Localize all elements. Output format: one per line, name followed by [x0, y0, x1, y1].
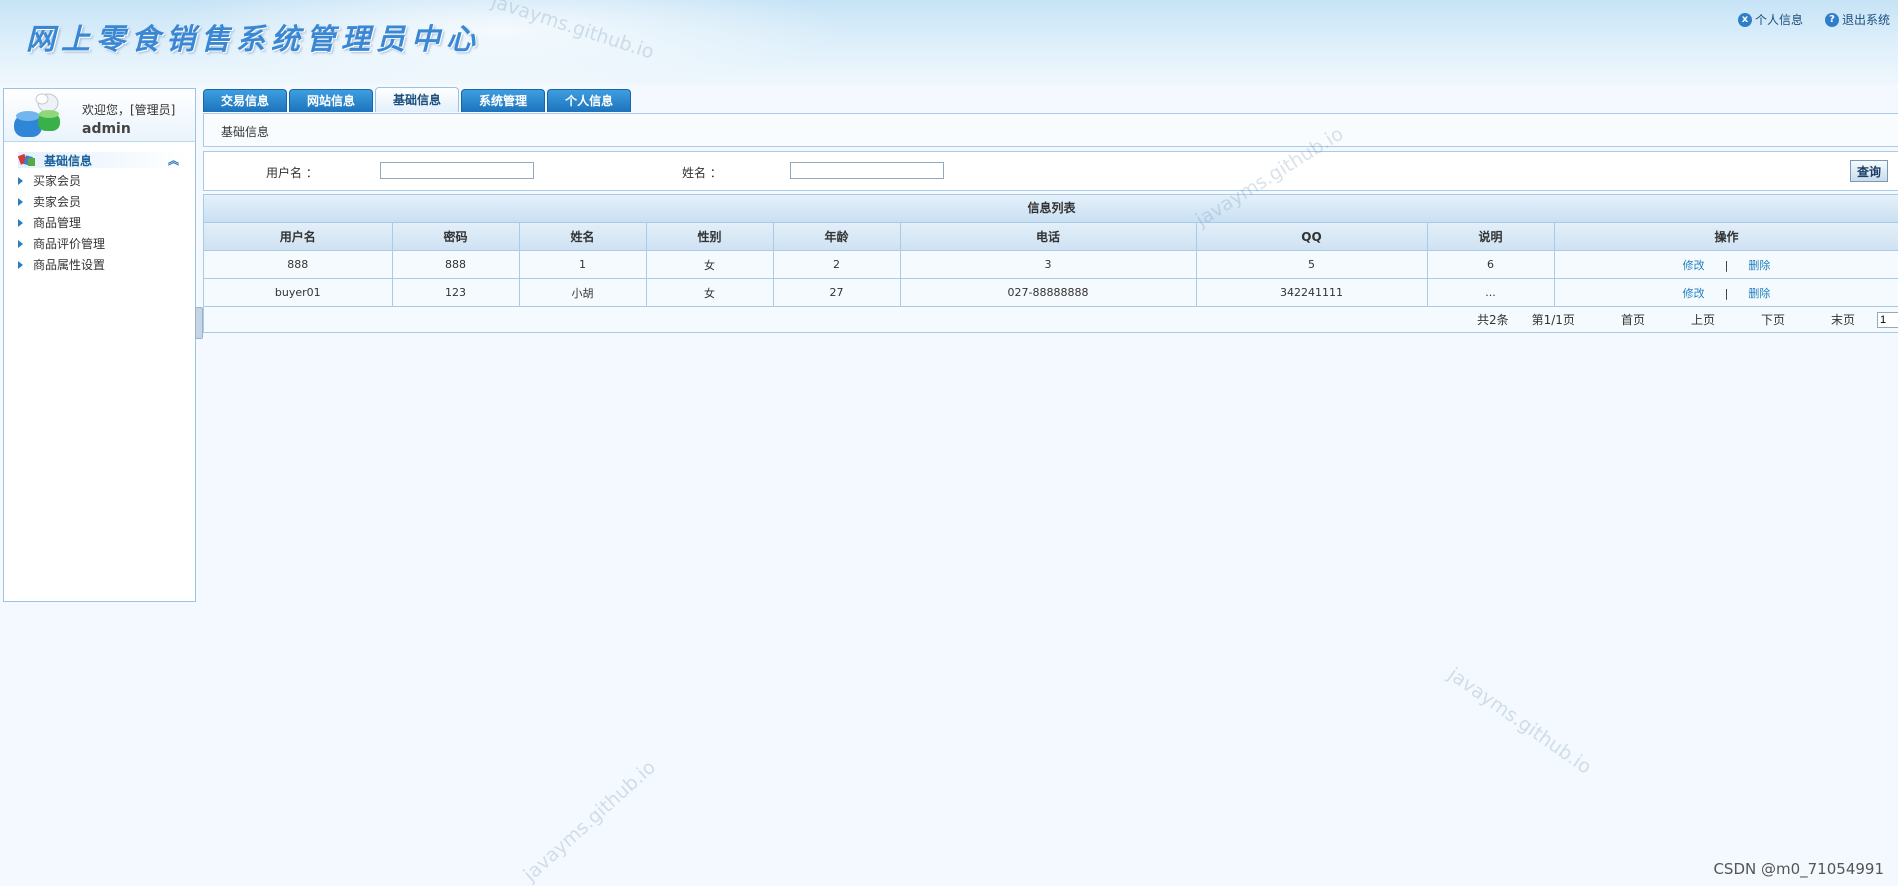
welcome-text: 欢迎您，[管理员] [82, 103, 176, 117]
user-avatar-icon [14, 93, 60, 137]
pager-next[interactable]: 下页 [1761, 311, 1785, 328]
col-qq: QQ [1196, 223, 1428, 251]
app-title: 网上零食销售系统管理员中心 [26, 22, 482, 56]
cell-password: 888 [392, 250, 520, 279]
edit-link[interactable]: 修改 [1683, 287, 1705, 300]
sidebar-item-reviews[interactable]: 商品评价管理 [4, 233, 195, 254]
tab-personal[interactable]: 个人信息 [547, 89, 632, 112]
sidebar-item-buyers[interactable]: 买家会员 [4, 170, 195, 191]
cell-age: 27 [773, 278, 901, 307]
info-table: 用户名 密码 姓名 性别 年龄 电话 QQ 说明 操作 888 888 1 女 … [204, 223, 1898, 307]
pager-page-input[interactable] [1877, 311, 1898, 328]
tab-basic-info[interactable]: 基础信息 [375, 87, 460, 112]
pager-total: 共2条 [1476, 313, 1509, 327]
pager-last[interactable]: 末页 [1831, 311, 1855, 328]
username-search-input[interactable] [380, 162, 534, 179]
col-phone: 电话 [900, 223, 1197, 251]
search-button[interactable]: 查询 [1850, 160, 1889, 182]
cell-actions: 修改 | 删除 [1554, 278, 1898, 307]
info-list-title: 信息列表 [204, 195, 1898, 223]
logout-link[interactable]: ? 退出系统 [1824, 11, 1890, 28]
pager: 共2条 第1/1页 首页 上页 下页 末页 [204, 307, 1898, 332]
sidebar-item-sellers[interactable]: 卖家会员 [4, 191, 195, 212]
username: admin [82, 121, 131, 137]
cell-qq: 5 [1196, 250, 1428, 279]
info-list-panel: 信息列表 用户名 密码 姓名 性别 年龄 电话 QQ 说明 操作 888 888 [203, 194, 1898, 333]
watermark: javayms.github.io [1444, 663, 1596, 779]
cell-qq: 342241111 [1196, 278, 1428, 307]
arrow-right-icon [18, 218, 23, 227]
table-row: 888 888 1 女 2 3 5 6 修改 | 删除 [204, 250, 1898, 279]
header-banner: 网上零食销售系统管理员中心 x 个人信息 ? 退出系统 [0, 0, 1898, 90]
sidebar-item-label: 商品属性设置 [33, 258, 106, 272]
sidebar: 欢迎您，[管理员] admin 基础信息 ︽ 买家会员 卖家会员 商品管理 商品… [3, 88, 196, 602]
cell-age: 2 [773, 250, 901, 279]
action-separator: | [1724, 258, 1729, 272]
csdn-watermark: CSDN @m0_71054991 [1713, 860, 1884, 878]
breadcrumb: 基础信息 [203, 113, 1898, 147]
cell-phone: 3 [900, 250, 1197, 279]
books-icon [18, 153, 35, 166]
sidebar-splitter-handle[interactable] [195, 307, 203, 339]
cell-note: 6 [1427, 250, 1555, 279]
x-icon: x [1737, 12, 1752, 27]
col-note: 说明 [1427, 223, 1555, 251]
tab-site-info[interactable]: 网站信息 [289, 89, 374, 112]
cell-actions: 修改 | 删除 [1554, 250, 1898, 279]
arrow-right-icon [18, 176, 23, 185]
col-gender: 性别 [646, 223, 774, 251]
breadcrumb-text: 基础信息 [221, 125, 270, 139]
sidebar-item-label: 商品评价管理 [33, 237, 106, 251]
top-links: x 个人信息 ? 退出系统 [1737, 11, 1890, 28]
col-name: 姓名 [519, 223, 647, 251]
sidebar-item-label: 商品管理 [33, 216, 82, 230]
edit-link[interactable]: 修改 [1683, 259, 1705, 272]
cell-gender: 女 [646, 278, 774, 307]
col-age: 年龄 [773, 223, 901, 251]
top-tabs: 交易信息 网站信息 基础信息 系统管理 个人信息 [203, 87, 632, 112]
col-actions: 操作 [1554, 223, 1898, 251]
watermark: javayms.github.io [519, 756, 660, 886]
logout-link-label: 退出系统 [1841, 13, 1890, 27]
pager-prev[interactable]: 上页 [1691, 311, 1715, 328]
sidebar-item-label: 买家会员 [33, 174, 82, 188]
cell-name: 小胡 [519, 278, 647, 307]
arrow-right-icon [18, 239, 23, 248]
sidebar-item-attributes[interactable]: 商品属性设置 [4, 254, 195, 275]
menu-section-header[interactable]: 基础信息 ︽ [18, 152, 189, 168]
sidebar-item-products[interactable]: 商品管理 [4, 212, 195, 233]
arrow-right-icon [18, 197, 23, 206]
cell-username: 888 [204, 250, 393, 279]
menu-section-label: 基础信息 [44, 153, 93, 168]
cell-note: ... [1427, 278, 1555, 307]
tab-transactions[interactable]: 交易信息 [203, 89, 288, 112]
username-search-label: 用户名 ： [266, 166, 318, 180]
sidebar-item-label: 卖家会员 [33, 195, 82, 209]
name-search-label: 姓名 ： [682, 166, 722, 180]
table-row: buyer01 123 小胡 女 27 027-88888888 3422411… [204, 278, 1898, 307]
cell-phone: 027-88888888 [900, 278, 1197, 307]
collapse-icon[interactable]: ︽ [168, 152, 179, 168]
pager-page-info: 第1/1页 [1531, 313, 1575, 327]
col-username: 用户名 [204, 223, 393, 251]
tab-system[interactable]: 系统管理 [461, 89, 546, 112]
user-box: 欢迎您，[管理员] admin [4, 89, 195, 142]
delete-link[interactable]: 删除 [1748, 259, 1770, 272]
arrow-right-icon [18, 260, 23, 269]
pager-first[interactable]: 首页 [1621, 311, 1645, 328]
help-icon: ? [1824, 12, 1839, 27]
action-separator: | [1724, 286, 1729, 300]
cell-password: 123 [392, 278, 520, 307]
col-password: 密码 [392, 223, 520, 251]
search-bar: 用户名 ： 姓名 ： 查询 [203, 151, 1898, 191]
cell-name: 1 [519, 250, 647, 279]
delete-link[interactable]: 删除 [1748, 287, 1770, 300]
cell-gender: 女 [646, 250, 774, 279]
table-header-row: 用户名 密码 姓名 性别 年龄 电话 QQ 说明 操作 [204, 223, 1898, 251]
name-search-input[interactable] [790, 162, 944, 179]
cell-username: buyer01 [204, 278, 393, 307]
profile-link[interactable]: x 个人信息 [1737, 11, 1803, 28]
profile-link-label: 个人信息 [1754, 13, 1803, 27]
